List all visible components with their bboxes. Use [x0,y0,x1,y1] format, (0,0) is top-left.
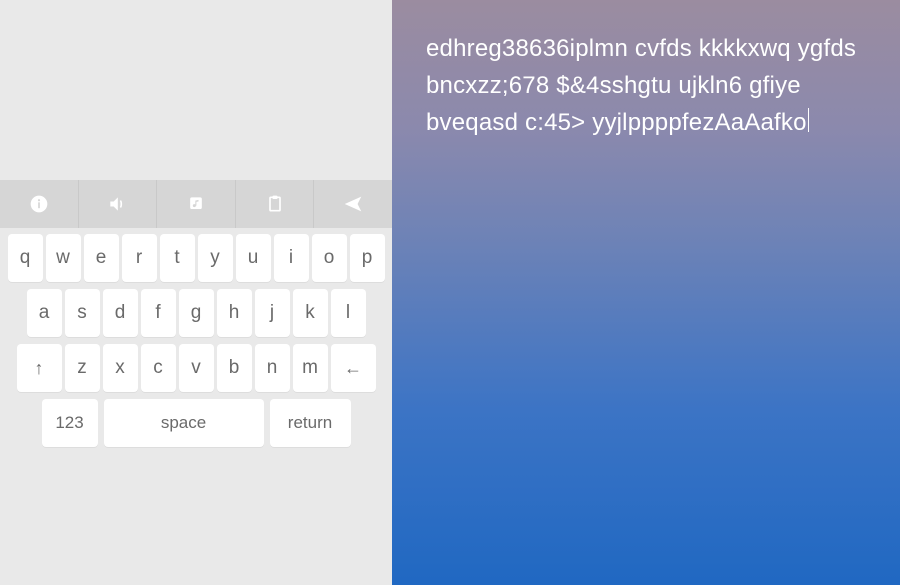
info-button[interactable] [0,180,79,228]
keyboard-panel: q w e r t y u i o p a s d f g h j k l ↑ … [0,0,392,585]
key-a[interactable]: a [27,289,62,337]
volume-button[interactable] [79,180,158,228]
key-p[interactable]: p [350,234,385,282]
key-backspace[interactable]: ← [331,344,376,392]
key-l[interactable]: l [331,289,366,337]
key-c[interactable]: c [141,344,176,392]
keyboard-row-3: ↑ z x c v b n m ← [4,344,388,392]
toolbar [0,180,392,228]
key-shift[interactable]: ↑ [17,344,62,392]
key-numbers[interactable]: 123 [42,399,98,447]
key-o[interactable]: o [312,234,347,282]
key-x[interactable]: x [103,344,138,392]
typed-text: edhreg38636iplmn cvfds kkkkxwq ygfds bnc… [426,35,856,136]
key-z[interactable]: z [65,344,100,392]
clipboard-icon [265,194,285,214]
key-s[interactable]: s [65,289,100,337]
key-m[interactable]: m [293,344,328,392]
volume-icon [107,194,127,214]
key-h[interactable]: h [217,289,252,337]
key-space[interactable]: space [104,399,264,447]
keyboard-row-1: q w e r t y u i o p [4,234,388,282]
key-e[interactable]: e [84,234,119,282]
key-v[interactable]: v [179,344,214,392]
music-button[interactable] [157,180,236,228]
keyboard: q w e r t y u i o p a s d f g h j k l ↑ … [0,228,392,464]
key-u[interactable]: u [236,234,271,282]
send-button[interactable] [314,180,392,228]
keyboard-row-4: 123 space return [4,399,388,447]
text-cursor [808,108,810,132]
send-icon [342,193,364,215]
preview-area [0,0,392,180]
key-i[interactable]: i [274,234,309,282]
key-j[interactable]: j [255,289,290,337]
key-n[interactable]: n [255,344,290,392]
key-f[interactable]: f [141,289,176,337]
output-panel: edhreg38636iplmn cvfds kkkkxwq ygfds bnc… [392,0,900,585]
key-t[interactable]: t [160,234,195,282]
key-b[interactable]: b [217,344,252,392]
key-d[interactable]: d [103,289,138,337]
music-note-icon [186,194,206,214]
clipboard-button[interactable] [236,180,315,228]
key-return[interactable]: return [270,399,351,447]
keyboard-row-2: a s d f g h j k l [4,289,388,337]
key-y[interactable]: y [198,234,233,282]
key-k[interactable]: k [293,289,328,337]
output-text: edhreg38636iplmn cvfds kkkkxwq ygfds bnc… [426,30,866,142]
key-g[interactable]: g [179,289,214,337]
key-q[interactable]: q [8,234,43,282]
info-icon [29,194,49,214]
key-r[interactable]: r [122,234,157,282]
key-w[interactable]: w [46,234,81,282]
